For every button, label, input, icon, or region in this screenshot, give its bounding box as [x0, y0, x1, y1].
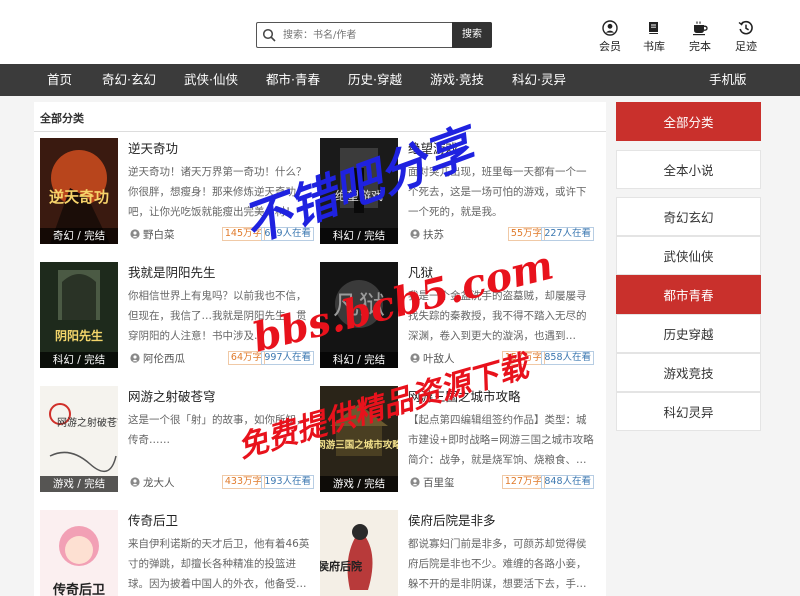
book-title[interactable]: 逆天奇功 [128, 138, 178, 157]
history-link[interactable]: 足迹 [728, 20, 764, 54]
cup-icon [693, 21, 708, 36]
member-label: 会员 [599, 40, 621, 53]
word-count-badge: 127万字 [501, 475, 545, 489]
author-icon [410, 477, 420, 487]
nav-item-wuxia[interactable]: 武侠·仙侠 [184, 64, 238, 96]
book-author[interactable]: 野白菜 [143, 227, 175, 242]
svg-text:侯府后院: 侯府后院 [320, 559, 362, 573]
author-icon [130, 353, 140, 363]
book-meta: 扶苏 55万字 227人在看 [408, 226, 594, 242]
author-icon [130, 477, 140, 487]
cover-image: 传奇后卫 [40, 510, 118, 596]
book-card[interactable]: 侯府后院 侯府后院是非多 都说寡妇门前是非多，可颜苏却觉得侯府后院是非也不少。难… [320, 510, 600, 596]
book-card[interactable]: 传奇后卫 传奇后卫 来自伊利诺斯的天才后卫，他有着46英寸的弹跳，却擅长各种精准… [40, 510, 320, 596]
book-author[interactable]: 扶苏 [423, 227, 444, 242]
nav-item-scifi[interactable]: 科幻·灵异 [512, 64, 566, 96]
book-tag: 游戏 / 完结 [320, 476, 398, 492]
sidebar-item-fantasy[interactable]: 奇幻玄幻 [616, 197, 761, 236]
sidebar-item-urban[interactable]: 都市青春 [616, 275, 761, 314]
book-meta: 龙大人 433万字 193人在看 [128, 474, 314, 490]
book-icon [649, 22, 658, 34]
finished-link[interactable]: 完本 [682, 20, 718, 54]
book-author[interactable]: 龙大人 [143, 475, 175, 490]
search-button[interactable]: 搜索 [452, 22, 492, 48]
panel-title: 全部分类 [40, 112, 84, 125]
cover-image: 侯府后院 [320, 510, 398, 596]
book-tag: 科幻 / 完结 [320, 228, 398, 244]
member-link[interactable]: 会员 [592, 20, 628, 54]
author-icon [130, 229, 140, 239]
book-tag: 奇幻 / 完结 [40, 228, 118, 244]
nav-item-fantasy[interactable]: 奇幻·玄幻 [102, 64, 156, 96]
book-title[interactable]: 我就是阴阳先生 [128, 262, 216, 281]
book-desc: 都说寡妇门前是非多，可颜苏却觉得侯府后院是非也不少。难缠的各路小妾，躲不开的是非… [408, 538, 587, 590]
svg-text:传奇后卫: 传奇后卫 [52, 582, 105, 596]
book-title[interactable]: 传奇后卫 [128, 510, 178, 529]
book-desc: 来自伊利诺斯的天才后卫，他有着46英寸的弹跳，却擅长各种精准的投篮进球。因为披着… [128, 538, 310, 590]
readers-badge: 193人在看 [261, 475, 314, 489]
book-cover[interactable]: 网游之射破苍穹 游戏 / 完结 [40, 386, 118, 492]
book-title[interactable]: 侯府后院是非多 [408, 510, 496, 529]
library-label: 书库 [643, 40, 665, 53]
author-icon [410, 229, 420, 239]
finished-label: 完本 [689, 40, 711, 53]
sidebar-item-games[interactable]: 游戏竞技 [616, 353, 761, 392]
site-header: 搜索 会员 书库 完本 [0, 0, 800, 64]
search-input[interactable] [283, 27, 451, 44]
nav-item-history[interactable]: 历史·穿越 [348, 64, 402, 96]
nav-item-games[interactable]: 游戏·竞技 [430, 64, 484, 96]
book-tag: 游戏 / 完结 [40, 476, 118, 492]
history-label: 足迹 [735, 40, 757, 53]
svg-text:逆天奇功: 逆天奇功 [49, 188, 109, 206]
book-tag: 科幻 / 完结 [320, 352, 398, 368]
library-link[interactable]: 书库 [636, 20, 672, 54]
sidebar-item-history[interactable]: 历史穿越 [616, 314, 761, 353]
book-title[interactable]: 网游之射破苍穹 [128, 386, 216, 405]
history-icon [738, 20, 753, 35]
nav-item-urban[interactable]: 都市·青春 [266, 64, 320, 96]
book-author[interactable]: 百里玺 [423, 475, 455, 490]
svg-text:网游之射破苍穹: 网游之射破苍穹 [57, 416, 118, 429]
main-nav: 首页 奇幻·玄幻 武侠·仙侠 都市·青春 历史·穿越 游戏·竞技 科幻·灵异 手… [0, 64, 800, 96]
nav-item-home[interactable]: 首页 [47, 64, 72, 96]
readers-badge: 858人在看 [541, 351, 594, 365]
sidebar-item-complete[interactable]: 全本小说 [616, 150, 761, 189]
readers-badge: 848人在看 [541, 475, 594, 489]
book-cover[interactable]: 逆天奇功 奇幻 / 完结 [40, 138, 118, 244]
readers-badge: 227人在看 [541, 227, 594, 241]
search-icon [262, 28, 276, 42]
search-box: 搜索 [256, 22, 492, 48]
book-cover[interactable]: 阴阳先生 科幻 / 完结 [40, 262, 118, 368]
sidebar-item-all[interactable]: 全部分类 [616, 102, 761, 141]
nav-item-mobile[interactable]: 手机版 [709, 64, 747, 96]
word-count-badge: 433万字 [221, 475, 265, 489]
book-cover[interactable]: 传奇后卫 [40, 510, 118, 596]
book-cover[interactable]: 侯府后院 [320, 510, 398, 596]
panel-divider [34, 131, 606, 132]
book-tag: 科幻 / 完结 [40, 352, 118, 368]
sidebar-item-scifi[interactable]: 科幻灵异 [616, 392, 761, 431]
word-count-badge: 55万字 [507, 227, 545, 241]
book-meta: 百里玺 127万字 848人在看 [408, 474, 594, 490]
svg-text:阴阳先生: 阴阳先生 [55, 328, 103, 343]
book-desc: 【起点第四编辑组签约作品】类型：城市建设+即时战略=网游三国之城市攻略简介：战争… [408, 414, 594, 466]
sidebar-item-wuxia[interactable]: 武侠仙侠 [616, 236, 761, 275]
author-icon [410, 353, 420, 363]
user-icon [602, 20, 618, 36]
book-author[interactable]: 阿伦西瓜 [143, 351, 185, 366]
